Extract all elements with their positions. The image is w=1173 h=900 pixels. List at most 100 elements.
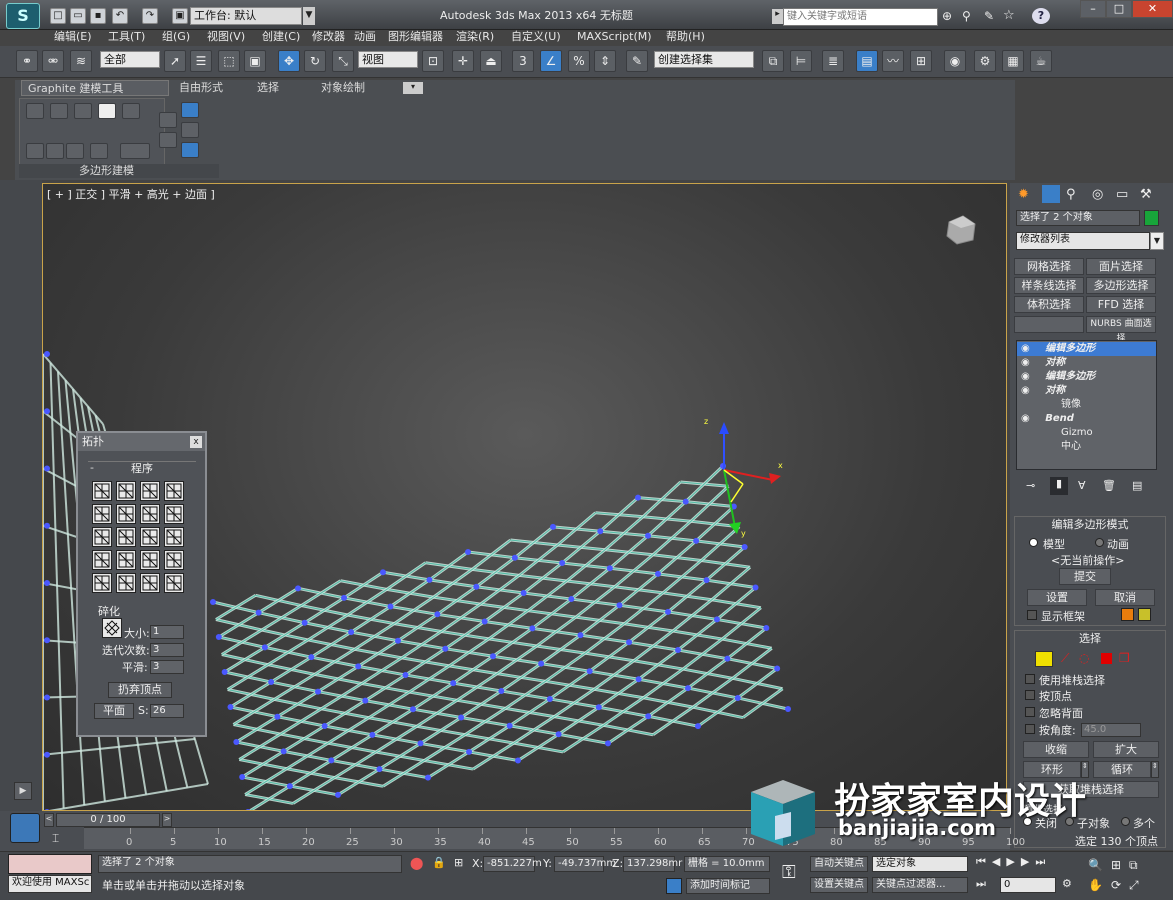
maxscript-mini-listener[interactable]: 欢迎使用 MAXSc bbox=[8, 875, 92, 893]
show-cage-checkbox[interactable] bbox=[1027, 610, 1037, 620]
stack-item[interactable]: 镜像 bbox=[1017, 398, 1156, 412]
align-icon[interactable]: ⊨ bbox=[790, 50, 812, 72]
border-subobj-icon[interactable]: ◌ bbox=[1079, 651, 1089, 665]
border-mode-icon[interactable] bbox=[74, 103, 92, 119]
layer-manager-icon[interactable]: ≣ bbox=[822, 50, 844, 72]
time-slider[interactable]: 0 / 100 bbox=[56, 813, 160, 827]
ignore-backface-checkbox[interactable] bbox=[1025, 707, 1035, 717]
zoom-icon[interactable]: 🔍 bbox=[1088, 858, 1111, 872]
snap-ribbon-2-icon[interactable] bbox=[159, 132, 177, 148]
new-file-icon[interactable]: □ bbox=[50, 8, 66, 24]
select-by-name-icon[interactable]: ☰ bbox=[190, 50, 212, 72]
track-bar-icon[interactable]: ⌶ bbox=[52, 831, 70, 847]
btn-spline-select[interactable]: 样条线选择 bbox=[1014, 277, 1084, 294]
bind-spacewarp-icon[interactable]: ≋ bbox=[70, 50, 92, 72]
play-icon[interactable]: ▶ bbox=[1006, 855, 1020, 868]
angle-snap-icon[interactable]: ∠ bbox=[540, 50, 562, 72]
preview-multi-radio[interactable] bbox=[1121, 817, 1130, 826]
grow-button[interactable]: 扩大 bbox=[1093, 741, 1159, 758]
prev-frame-icon[interactable]: ◀ bbox=[992, 855, 1006, 868]
key-icon[interactable]: ⚿ bbox=[782, 862, 796, 883]
use-stack-checkbox[interactable] bbox=[1025, 674, 1035, 684]
communication-icon[interactable]: ✎ bbox=[984, 9, 994, 23]
help-icon[interactable]: ? bbox=[1032, 8, 1050, 24]
minimize-button-icon[interactable]: – bbox=[1080, 0, 1106, 18]
zoom-all-icon[interactable]: ⊞ bbox=[1111, 858, 1129, 872]
animate-radio[interactable] bbox=[1095, 538, 1104, 547]
menu-animation[interactable]: 动画 bbox=[354, 30, 376, 44]
preserve-uvs-icon[interactable] bbox=[66, 143, 84, 159]
pattern-button[interactable] bbox=[140, 527, 160, 547]
element-subobj-icon[interactable]: ❒ bbox=[1119, 651, 1130, 665]
rollout-title[interactable]: 编辑多边形模式 bbox=[1015, 517, 1165, 532]
menu-group[interactable]: 组(G) bbox=[162, 30, 190, 44]
menu-maxscript[interactable]: MAXScript(M) bbox=[577, 30, 652, 44]
pattern-button[interactable] bbox=[164, 527, 184, 547]
edit-named-sets-icon[interactable]: ✎ bbox=[626, 50, 648, 72]
btn-nurbs-select[interactable]: NURBS 曲面选择 bbox=[1086, 316, 1156, 344]
link-icon[interactable]: ⚭ bbox=[16, 50, 38, 72]
absolute-mode-icon[interactable]: ⊞ bbox=[454, 856, 463, 869]
spinner-snap-icon[interactable]: ⇕ bbox=[594, 50, 616, 72]
menu-help[interactable]: 帮助(H) bbox=[666, 30, 705, 44]
maximize-vp-icon[interactable]: ⤢ bbox=[1129, 878, 1147, 892]
favorites-star-icon[interactable]: ☆ bbox=[1003, 8, 1015, 23]
menu-customize[interactable]: 自定义(U) bbox=[511, 30, 561, 44]
section-program[interactable]: 程序 bbox=[88, 461, 196, 475]
modifier-dropdown-icon[interactable]: ▼ bbox=[1150, 232, 1164, 250]
z-coord-field[interactable]: 137.298mr bbox=[623, 856, 682, 872]
render-setup-icon[interactable]: ⚙ bbox=[974, 50, 996, 72]
selection-filter-select[interactable]: 全部 bbox=[100, 51, 160, 68]
pin-stack-icon[interactable] bbox=[181, 102, 199, 118]
pattern-button[interactable] bbox=[116, 527, 136, 547]
tab-freeform[interactable]: 自由形式 bbox=[173, 80, 229, 96]
pattern-button[interactable] bbox=[92, 550, 112, 570]
btn-empty[interactable] bbox=[1014, 316, 1084, 333]
pattern-button[interactable] bbox=[164, 550, 184, 570]
pattern-button[interactable] bbox=[140, 481, 160, 501]
remove-modifier-icon[interactable]: 🗑 bbox=[1102, 479, 1116, 492]
y-coord-field[interactable]: -49.737mm bbox=[554, 856, 616, 872]
modifier-list-select[interactable]: 修改器列表 bbox=[1016, 232, 1150, 250]
isolate-icon[interactable]: ⬤ bbox=[410, 856, 423, 870]
by-vertex-checkbox[interactable] bbox=[1025, 690, 1035, 700]
window-crossing-icon[interactable]: ▣ bbox=[244, 50, 266, 72]
pattern-button[interactable] bbox=[164, 504, 184, 524]
keyboard-shortcut-icon[interactable]: ⏏ bbox=[480, 50, 502, 72]
reference-coord-select[interactable]: 视图 bbox=[358, 51, 418, 68]
modify-tab-icon[interactable] bbox=[1042, 185, 1060, 203]
set-key-button[interactable]: 设置关键点 bbox=[810, 877, 868, 893]
pattern-button[interactable] bbox=[164, 573, 184, 593]
hierarchy-tab-icon[interactable]: ⚲ bbox=[1066, 187, 1076, 202]
pattern-button[interactable] bbox=[116, 504, 136, 524]
tab-object-paint[interactable]: 对象绘制 bbox=[315, 80, 371, 96]
pattern-button[interactable] bbox=[116, 573, 136, 593]
pattern-button[interactable] bbox=[92, 527, 112, 547]
selection-title[interactable]: 选择 bbox=[1015, 631, 1165, 646]
subdiv-preview-icon[interactable] bbox=[102, 618, 122, 638]
percent-snap-icon[interactable]: % bbox=[568, 50, 590, 72]
stack-item[interactable]: ◉ 对称 bbox=[1017, 384, 1156, 398]
rotate-icon[interactable]: ↻ bbox=[304, 50, 326, 72]
pattern-button[interactable] bbox=[92, 481, 112, 501]
make-unique-stack-icon[interactable]: ∀ bbox=[1078, 479, 1086, 492]
mirror-icon[interactable]: ⧉ bbox=[762, 50, 784, 72]
add-time-tag[interactable]: 添加时间标记 bbox=[686, 878, 770, 894]
snap-ribbon-icon[interactable] bbox=[159, 112, 177, 128]
stack-item[interactable]: ◉ 对称 bbox=[1017, 356, 1156, 370]
maxscript-listener-pink[interactable] bbox=[8, 854, 92, 874]
tab-selection[interactable]: 选择 bbox=[251, 80, 285, 96]
expand-timeline-icon[interactable]: ▶ bbox=[14, 782, 32, 800]
object-color-swatch[interactable] bbox=[1144, 210, 1159, 226]
stack-item[interactable]: ◉ 编辑多边形 bbox=[1017, 342, 1156, 356]
iter-spinner[interactable]: 3 bbox=[150, 643, 184, 657]
pattern-button[interactable] bbox=[116, 550, 136, 570]
next-modifier-icon[interactable] bbox=[46, 143, 64, 159]
smooth-spinner[interactable]: 3 bbox=[150, 660, 184, 674]
cage-color-1-swatch[interactable] bbox=[1121, 608, 1134, 621]
pattern-button[interactable] bbox=[164, 481, 184, 501]
stack-item[interactable]: Gizmo bbox=[1017, 426, 1156, 440]
subscription-icon[interactable]: ⚲ bbox=[962, 9, 971, 23]
pattern-button[interactable] bbox=[92, 504, 112, 524]
angle-spinner[interactable]: 45.0 bbox=[1081, 723, 1141, 737]
